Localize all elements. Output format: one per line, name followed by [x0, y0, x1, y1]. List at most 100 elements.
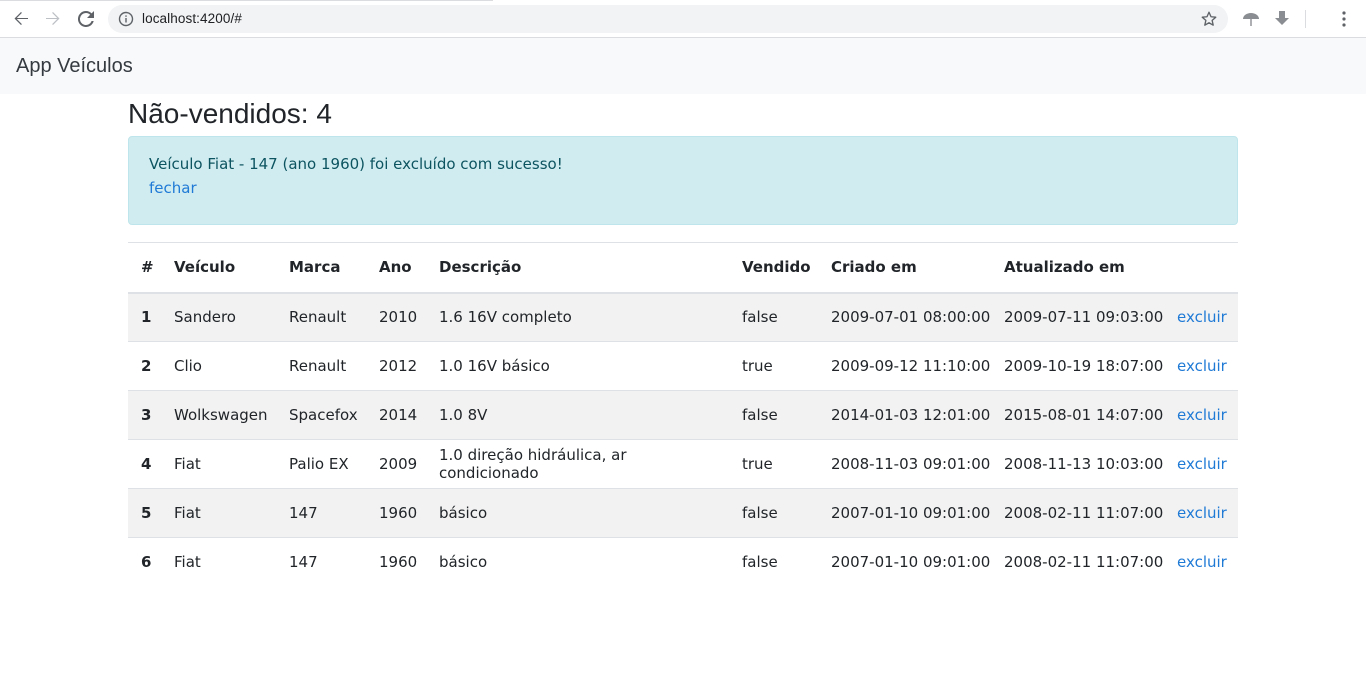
cell-sold: false [729, 488, 818, 538]
col-header-id: # [128, 242, 161, 294]
cell-description: 1.0 direção hidráulica, ar condicionado [426, 439, 729, 489]
cell-actions: excluir [1164, 488, 1238, 538]
cell-vehicle: Fiat [161, 537, 276, 587]
cell-year: 1960 [366, 537, 426, 587]
cell-sold: false [729, 390, 818, 440]
cell-sold: true [729, 341, 818, 391]
cell-id: 1 [141, 308, 152, 327]
download-icon[interactable] [1274, 10, 1290, 28]
cell-updated: 2015-08-01 14:07:00 [991, 390, 1164, 440]
table-row: 5 Fiat 147 1960 básico false 2007-01-10 … [128, 488, 1238, 538]
cell-sold: true [729, 439, 818, 489]
cell-year: 2012 [366, 341, 426, 391]
cell-brand: Spacefox [276, 390, 366, 440]
vehicles-table: # Veículo Marca Ano Descrição Vendido Cr… [128, 242, 1238, 587]
cell-created: 2009-07-01 08:00:00 [831, 308, 991, 327]
cell-actions: excluir [1164, 537, 1238, 587]
col-header-sold: Vendido [729, 242, 818, 294]
page-title: Não-vendidos: 4 [128, 98, 332, 129]
cell-id: 4 [128, 439, 161, 489]
cell-brand: 147 [276, 488, 366, 538]
table-row: 3 Wolkswagen Spacefox 2014 1.0 8V false … [128, 390, 1238, 440]
cell-brand: Renault [289, 308, 347, 327]
cell-actions: excluir [1164, 341, 1238, 391]
col-header-description: Descrição [426, 242, 729, 294]
col-header-brand: Marca [276, 242, 366, 294]
cell-year: 2009 [366, 439, 426, 489]
table-row: 4 Fiat Palio EX 2009 1.0 direção hidrául… [128, 439, 1238, 489]
cell-updated: 2009-07-11 09:03:00 [1004, 308, 1164, 327]
cell-created: 2007-01-10 09:01:00 [818, 488, 991, 538]
cell-vehicle: Clio [161, 341, 276, 391]
menu-kebab-icon[interactable] [1337, 10, 1351, 28]
close-alert-link[interactable]: fechar [149, 179, 197, 197]
app-navbar: App Veículos [0, 38, 1366, 94]
cell-updated: 2009-10-19 18:07:00 [991, 341, 1164, 391]
delete-link[interactable]: excluir [1177, 406, 1227, 424]
table-row: 6 Fiat 147 1960 básico false 2007-01-10 … [128, 537, 1238, 587]
arrow-left-icon [14, 12, 28, 25]
success-alert: Veículo Fiat - 147 (ano 1960) foi excluí… [128, 136, 1238, 225]
table-row: 2 Clio Renault 2012 1.0 16V básico true … [128, 341, 1238, 391]
cell-description: básico [426, 488, 729, 538]
cell-created: 2007-01-10 09:01:00 [818, 537, 991, 587]
cell-vehicle: Sandero [174, 308, 236, 327]
url-text: localhost:4200/# [142, 11, 242, 26]
cell-year: 1960 [366, 488, 426, 538]
cell-updated: 2008-02-11 11:07:00 [991, 488, 1164, 538]
arrow-right-icon [46, 12, 60, 25]
col-header-vehicle: Veículo [161, 242, 276, 294]
alert-message: Veículo Fiat - 147 (ano 1960) foi excluí… [149, 155, 563, 173]
bookmark-star-icon[interactable] [1200, 10, 1218, 28]
umbrella-extension-icon[interactable] [1242, 10, 1260, 28]
cell-year: 2014 [366, 390, 426, 440]
table-row: 1 Sandero Renault 2010 1.6 16V completo … [128, 292, 1238, 342]
cell-id: 6 [128, 537, 161, 587]
cell-id: 2 [128, 341, 161, 391]
cell-vehicle: Wolkswagen [161, 390, 276, 440]
cell-created: 2014-01-03 12:01:00 [818, 390, 991, 440]
cell-sold: false [742, 308, 778, 327]
browser-toolbar: localhost:4200/# [0, 0, 1366, 38]
back-button[interactable] [9, 8, 33, 30]
navbar-brand[interactable]: App Veículos [16, 55, 133, 78]
cell-description: 1.6 16V completo [439, 308, 572, 327]
cell-description: 1.0 16V básico [426, 341, 729, 391]
main-container: Não-vendidos: 4 Veículo Fiat - 147 (ano … [128, 94, 1238, 587]
cell-id: 5 [128, 488, 161, 538]
cell-vehicle: Fiat [161, 488, 276, 538]
cell-sold: false [729, 537, 818, 587]
cell-updated: 2008-11-13 10:03:00 [991, 439, 1164, 489]
address-bar[interactable]: localhost:4200/# [108, 5, 1228, 33]
cell-actions: excluir [1164, 390, 1238, 440]
cell-vehicle: Fiat [161, 439, 276, 489]
reload-button[interactable] [74, 8, 98, 30]
cell-description: básico [426, 537, 729, 587]
toolbar-separator [1305, 10, 1306, 28]
delete-link[interactable]: excluir [1177, 308, 1227, 326]
forward-button[interactable] [41, 8, 65, 30]
tab-strip-edge [0, 0, 493, 1]
cell-brand: 147 [276, 537, 366, 587]
cell-updated: 2008-02-11 11:07:00 [991, 537, 1164, 587]
col-header-actions [1164, 242, 1238, 294]
cell-created: 2009-09-12 11:10:00 [818, 341, 991, 391]
cell-brand: Renault [276, 341, 366, 391]
cell-brand: Palio EX [276, 439, 366, 489]
table-header-row: # Veículo Marca Ano Descrição Vendido Cr… [128, 242, 1238, 294]
col-header-created: Criado em [818, 242, 991, 294]
info-icon[interactable] [118, 11, 134, 27]
cell-description: 1.0 8V [426, 390, 729, 440]
cell-actions: excluir [1164, 439, 1238, 489]
reload-icon [78, 11, 94, 27]
col-header-year: Ano [366, 242, 426, 294]
delete-link[interactable]: excluir [1177, 504, 1227, 522]
delete-link[interactable]: excluir [1177, 553, 1227, 571]
cell-id: 3 [128, 390, 161, 440]
delete-link[interactable]: excluir [1177, 357, 1227, 375]
cell-actions: excluir [1164, 293, 1238, 342]
cell-year: 2010 [379, 308, 418, 327]
delete-link[interactable]: excluir [1177, 455, 1227, 473]
cell-created: 2008-11-03 09:01:00 [818, 439, 991, 489]
col-header-updated: Atualizado em [991, 242, 1164, 294]
